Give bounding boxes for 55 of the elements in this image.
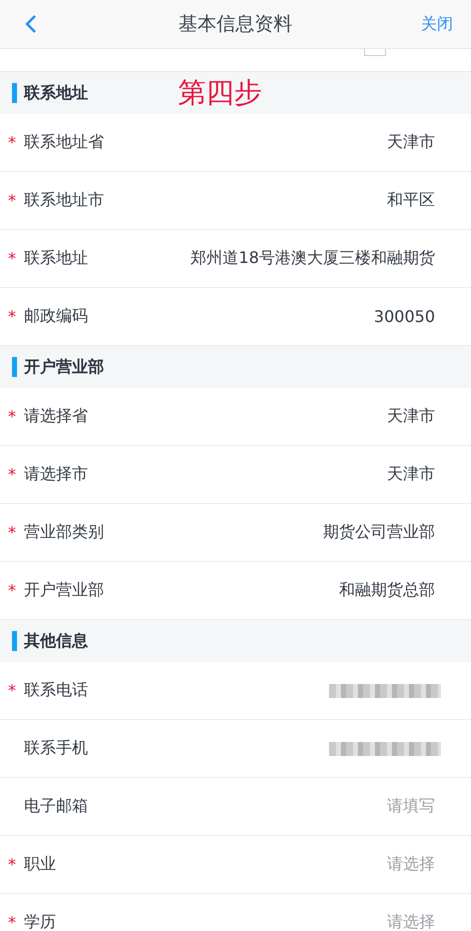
section-title: 其他信息 bbox=[24, 630, 88, 652]
field-label: 营业部类别 bbox=[24, 522, 104, 543]
required-mark: * bbox=[8, 913, 16, 931]
field-label: 开户营业部 bbox=[24, 580, 104, 601]
required-mark: * bbox=[8, 307, 16, 326]
field-label: 学历 bbox=[24, 912, 56, 931]
form-row[interactable]: * 联系地址市 和平区 bbox=[0, 172, 471, 230]
required-mark: * bbox=[8, 133, 16, 152]
page-title: 基本信息资料 bbox=[178, 12, 292, 37]
field-label: 联系地址 bbox=[24, 248, 88, 269]
section-title: 联系地址 bbox=[24, 82, 88, 104]
field-label: 联系地址市 bbox=[24, 190, 104, 211]
field-label: 联系地址省 bbox=[24, 132, 104, 153]
field-value: 天津市 bbox=[387, 132, 435, 153]
required-mark: * bbox=[8, 191, 16, 210]
field-value: 天津市 bbox=[387, 406, 435, 427]
field-label: 电子邮箱 bbox=[24, 796, 88, 817]
form-row[interactable]: * 联系地址省 天津市 bbox=[0, 114, 471, 172]
section-accent-bar bbox=[12, 631, 17, 651]
form-row[interactable]: * 学历 请选择 bbox=[0, 894, 471, 931]
field-value: 和融期货总部 bbox=[339, 580, 435, 601]
checkbox-icon[interactable] bbox=[364, 49, 386, 56]
section-accent-bar bbox=[12, 83, 17, 103]
section-accent-bar bbox=[12, 357, 17, 377]
field-value: 期货公司营业部 bbox=[323, 522, 435, 543]
field-value: 和平区 bbox=[387, 190, 435, 211]
field-label: 请选择市 bbox=[24, 464, 88, 485]
required-mark: * bbox=[8, 249, 16, 268]
form-row[interactable]: * 请选择市 天津市 bbox=[0, 446, 471, 504]
form-row[interactable]: * 开户营业部 和融期货总部 bbox=[0, 562, 471, 620]
required-mark: * bbox=[8, 407, 16, 426]
field-label: 联系电话 bbox=[24, 680, 88, 701]
field-value: 天津市 bbox=[387, 464, 435, 485]
step-annotation: 第四步 bbox=[178, 75, 262, 111]
required-mark: * bbox=[8, 681, 16, 700]
required-mark: * bbox=[8, 465, 16, 484]
field-value: 郑州道18号港澳大厦三楼和融期货 bbox=[190, 248, 435, 269]
field-label: 职业 bbox=[24, 854, 56, 875]
form-row[interactable]: 电子邮箱 请填写 bbox=[0, 778, 471, 836]
form-row[interactable]: * 联系电话 bbox=[0, 662, 471, 720]
back-icon[interactable] bbox=[24, 13, 38, 35]
field-label: 邮政编码 bbox=[24, 306, 88, 327]
form-row[interactable]: 联系手机 bbox=[0, 720, 471, 778]
required-mark: * bbox=[8, 523, 16, 542]
field-label: 请选择省 bbox=[24, 406, 88, 427]
section-title: 开户营业部 bbox=[24, 356, 104, 378]
form-row[interactable]: * 请选择省 天津市 bbox=[0, 388, 471, 446]
field-value: 300050 bbox=[374, 307, 435, 326]
required-mark: * bbox=[8, 581, 16, 600]
field-label: 联系手机 bbox=[24, 738, 88, 759]
form-row[interactable]: * 联系地址 郑州道18号港澳大厦三楼和融期货 bbox=[0, 230, 471, 288]
form-row[interactable]: * 营业部类别 期货公司营业部 bbox=[0, 504, 471, 562]
form-row[interactable]: * 职业 请选择 bbox=[0, 836, 471, 894]
required-mark: * bbox=[8, 855, 16, 874]
form-row[interactable]: * 邮政编码 300050 bbox=[0, 288, 471, 346]
